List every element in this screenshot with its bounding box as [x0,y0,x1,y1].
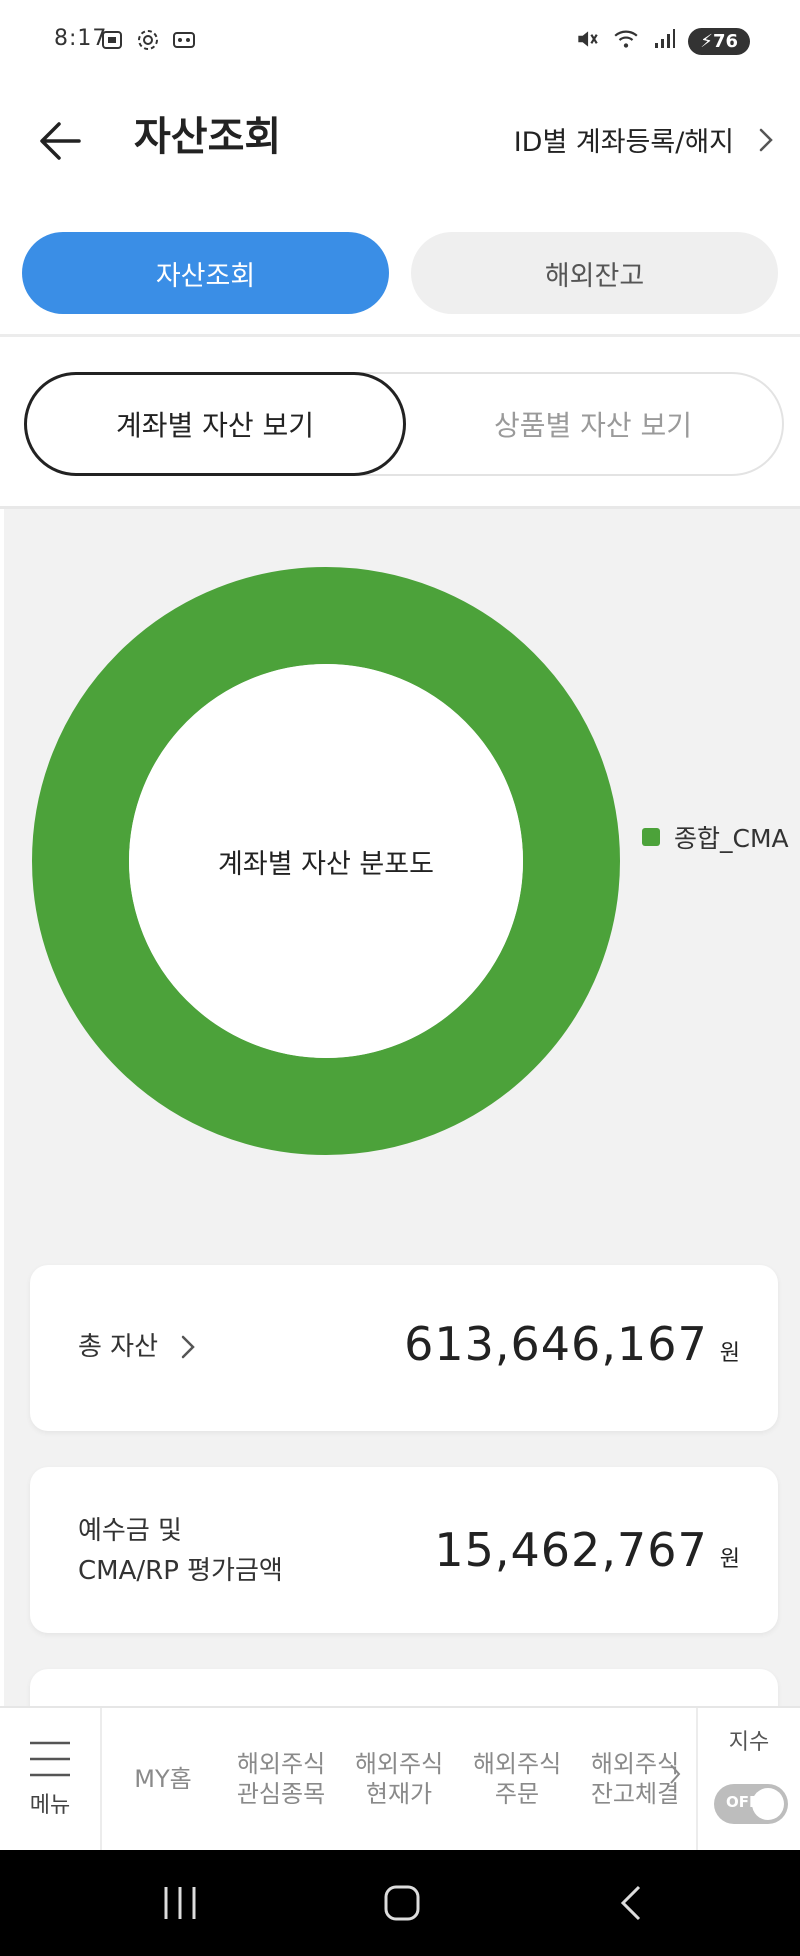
primary-tabs: 자산조회 해외잔고 [22,232,778,314]
quick-nav: MY홈 해외주식 관심종목 해외주식 현재가 해외주식 주문 해외주식 잔고체결 [104,1708,694,1850]
chart-legend: 종합_CMA [642,819,789,855]
nav-item-quote[interactable]: 해외주식 현재가 [340,1749,458,1809]
tab-by-product[interactable]: 상품별 자산 보기 [404,374,782,474]
voicemail-icon [172,28,196,56]
toggle-knob [752,1788,784,1820]
recent-apps-icon [164,1887,196,1919]
status-bar: 8:17 ⚡76 [0,0,800,86]
app-header: 자산조회 ID별 계좌등록/해지 [0,86,800,226]
content-area: 계좌별 자산 분포도 종합_CMA 총 자산 613,646,167 원 예수금… [4,509,800,1706]
tab-asset-inquiry[interactable]: 자산조회 [22,232,389,314]
battery-icon: ⚡76 [688,27,750,55]
legend-label: 종합_CMA [674,824,789,853]
nav-item-watchlist[interactable]: 해외주식 관심종목 [222,1749,340,1809]
chevron-right-icon[interactable] [668,1762,682,1786]
nav-item-label: MY홈 [134,1765,192,1793]
secondary-tabs: 계좌별 자산 보기 상품별 자산 보기 [24,372,784,476]
recent-apps-button[interactable] [150,1878,210,1928]
total-assets-card: 총 자산 613,646,167 원 [30,1265,778,1431]
nav-item-sublabel: 현재가 [365,1780,433,1808]
deposit-label-line2: CMA/RP 평가금액 [78,1556,283,1586]
hamburger-icon [30,1741,70,1777]
deposit-label: 예수금 및 CMA/RP 평가금액 [78,1511,283,1591]
bottom-nav: 메뉴 MY홈 해외주식 관심종목 해외주식 현재가 해외주식 주문 해외주식 잔… [0,1706,800,1850]
page-title: 자산조회 [134,114,282,160]
status-left-icons [100,28,196,56]
mute-icon [574,26,600,56]
menu-label: 메뉴 [29,1793,71,1818]
deposit-card: 예수금 및 CMA/RP 평가금액 15,462,767 원 [30,1467,778,1633]
index-toggle[interactable]: OFF [714,1784,788,1824]
currency-unit: 원 [719,1547,740,1572]
chevron-right-icon [759,128,773,151]
battery-level: 76 [712,30,738,52]
deposit-amount: 15,462,767 [434,1523,708,1577]
screenshot-icon [100,28,124,56]
deposit-label-line1: 예수금 및 [78,1516,182,1546]
index-label: 지수 [728,1730,770,1755]
chevron-right-icon [181,1335,195,1359]
nav-item-my-home[interactable]: MY홈 [104,1764,222,1794]
total-assets-value: 613,646,167 원 [404,1317,740,1371]
menu-button[interactable]: 메뉴 [0,1708,102,1850]
nav-item-label: 해외주식 [354,1750,444,1778]
home-icon [384,1885,420,1921]
account-register-label: ID별 계좌등록/해지 [513,127,734,158]
currency-unit: 원 [719,1341,740,1366]
index-area: 지수 OFF [696,1708,800,1850]
nav-item-order[interactable]: 해외주식 주문 [458,1749,576,1809]
total-assets-amount: 613,646,167 [404,1317,708,1371]
deposit-value: 15,462,767 원 [434,1523,740,1577]
gear-icon [136,28,160,56]
back-nav-button[interactable] [600,1878,660,1928]
asset-card [30,1669,778,1706]
nav-item-label: 해외주식 [236,1750,326,1778]
total-assets-link[interactable]: 총 자산 [78,1327,196,1367]
nav-item-sublabel: 주문 [494,1780,540,1808]
back-button[interactable] [30,108,90,174]
divider [0,334,800,337]
total-assets-label: 총 자산 [78,1332,159,1362]
home-button[interactable] [372,1878,432,1928]
system-nav-bar [0,1850,800,1956]
nav-item-label: 해외주식 [472,1750,562,1778]
nav-item-sublabel: 관심종목 [236,1780,326,1808]
chart-center-label: 계좌별 자산 분포도 [218,848,434,880]
status-right-icons: ⚡76 [574,26,750,56]
arrow-left-icon [40,122,81,160]
wifi-icon [612,26,640,56]
tab-by-account[interactable]: 계좌별 자산 보기 [24,372,406,476]
signal-icon [652,27,676,55]
back-icon [620,1885,641,1921]
account-register-link[interactable]: ID별 계좌등록/해지 [514,120,774,159]
legend-swatch [642,828,660,846]
donut-chart: 계좌별 자산 분포도 [30,565,622,1157]
tab-overseas-balance[interactable]: 해외잔고 [411,232,778,314]
